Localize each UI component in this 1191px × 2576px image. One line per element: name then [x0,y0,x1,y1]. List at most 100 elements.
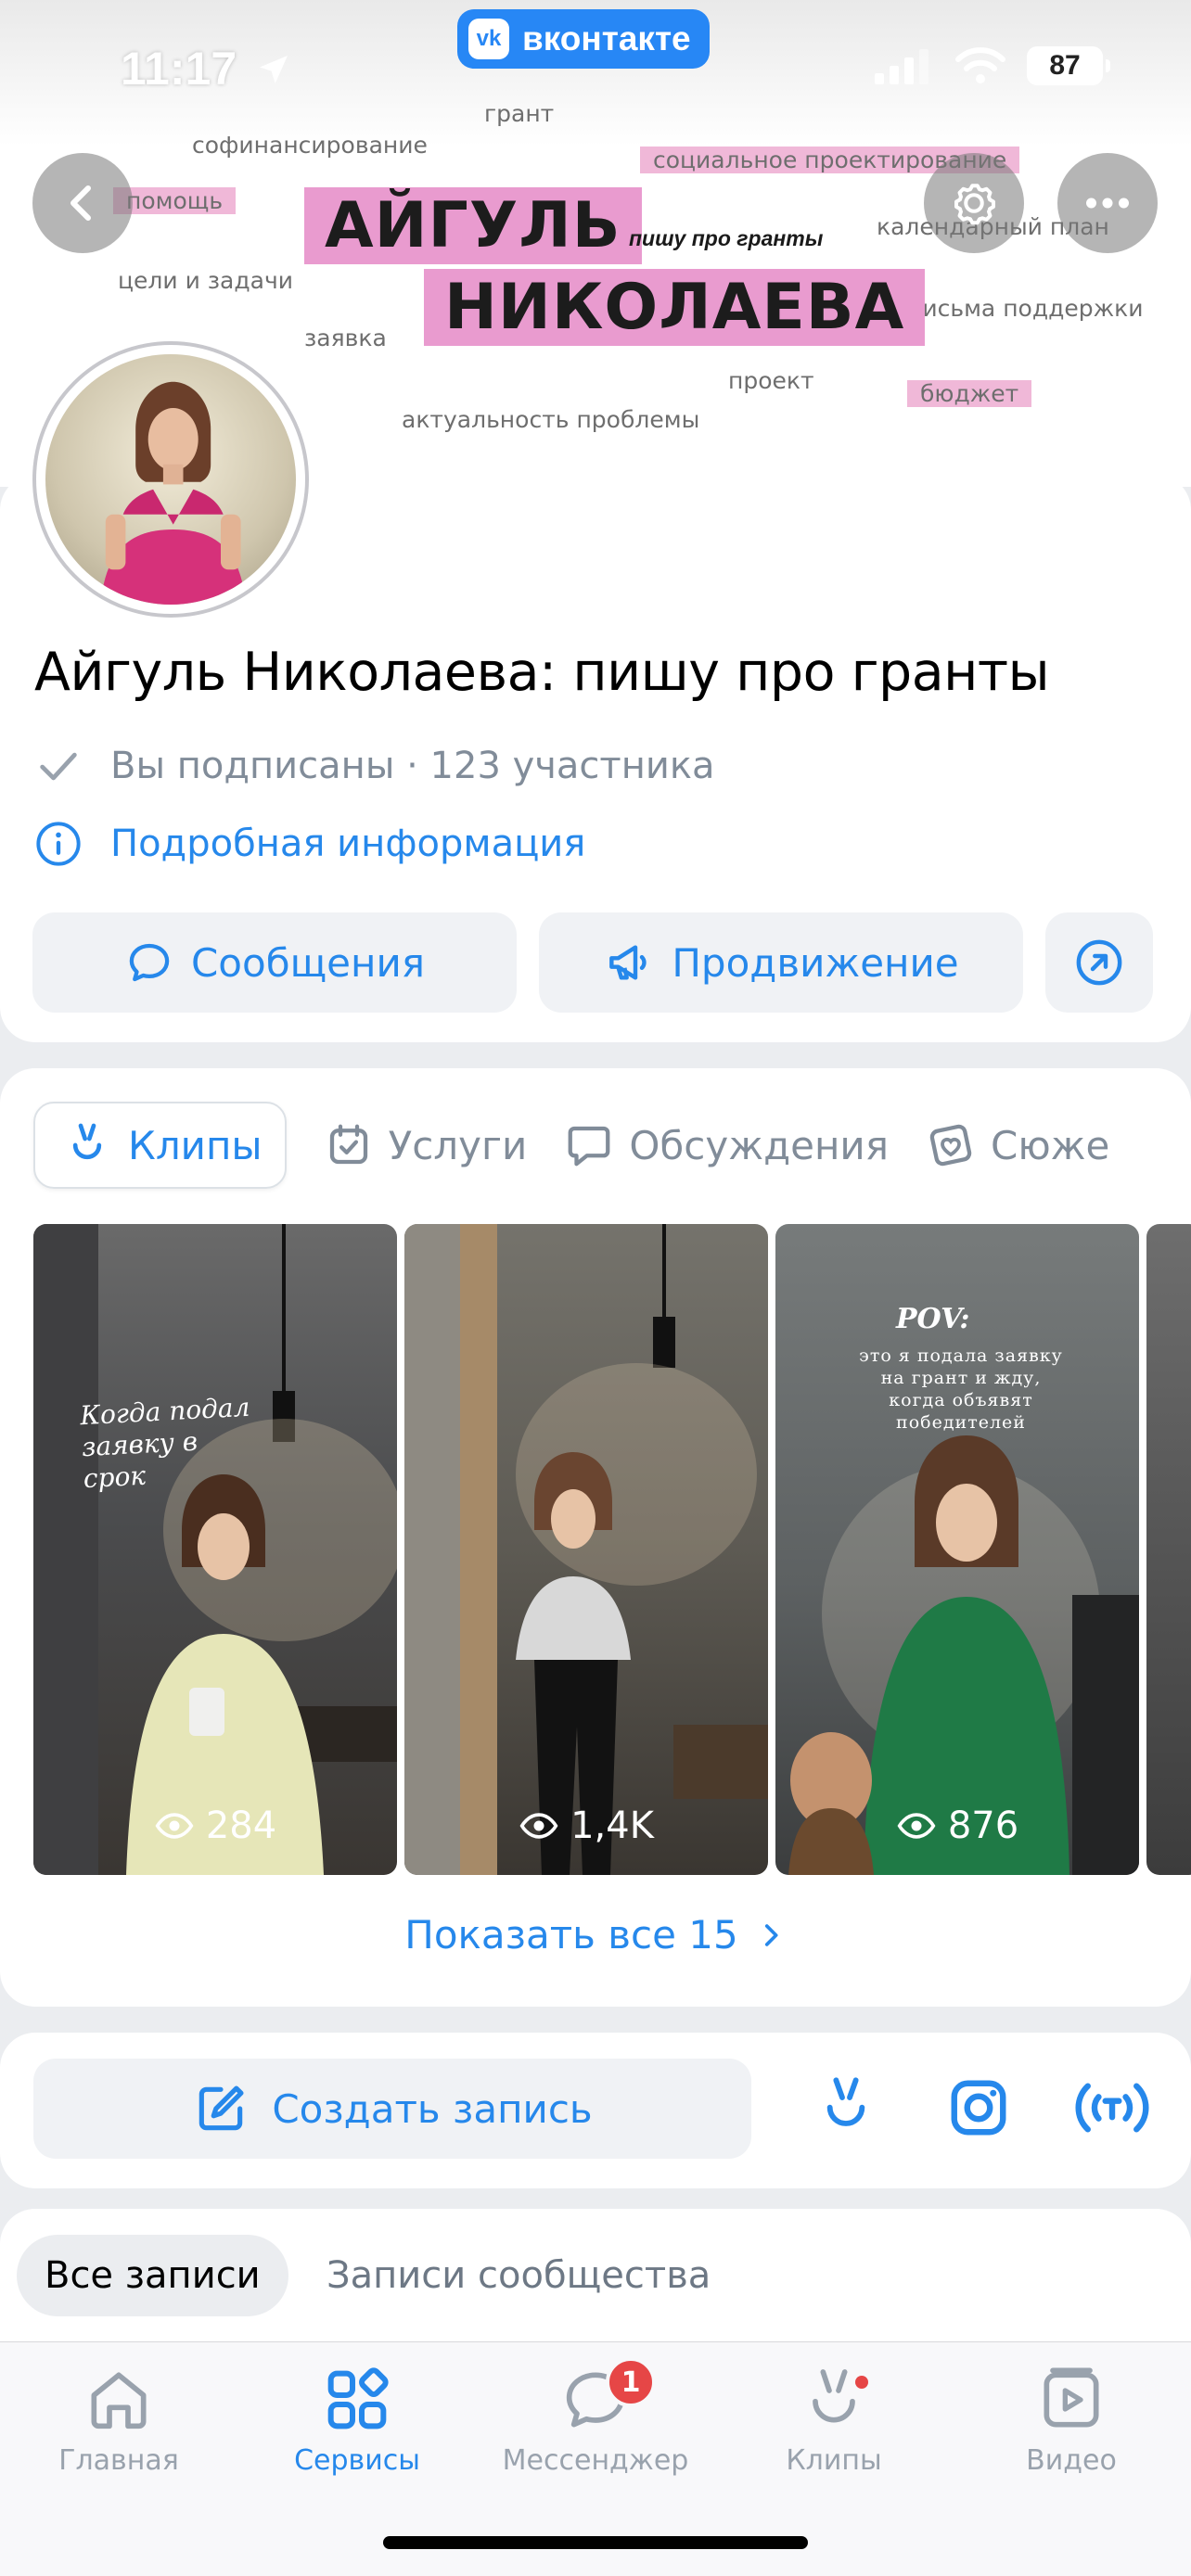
clips-notification-dot [855,2376,868,2389]
cover-name-line1: АЙГУЛЬ [304,187,642,264]
subscription-text: Вы подписаны · 123 участника [110,745,715,787]
instagram-icon[interactable] [946,2075,1011,2140]
battery-indicator: 87 [1027,46,1110,85]
details-link[interactable]: Подробная информация [34,820,585,868]
messages-button[interactable]: Сообщения [32,912,517,1013]
message-bubble-icon [129,943,170,982]
status-time: 11:17 [121,42,292,96]
tabbar-messenger[interactable]: 1 Мессенджер [498,2357,693,2477]
more-button[interactable] [1057,153,1158,253]
avatar[interactable] [32,341,309,618]
tabbar-home-label: Главная [58,2444,179,2477]
tab-stories[interactable]: Сюже [926,1102,1109,1189]
create-post-button[interactable]: Создать запись [33,2059,751,2159]
clip-thumbnail[interactable] [1146,1224,1191,1875]
services-grid-icon [327,2367,389,2429]
time-text: 11:17 [121,43,237,95]
show-all-label: Показать все 15 [404,1912,738,1958]
clip-views: 284 [33,1804,397,1847]
info-icon [36,822,81,866]
clip-caption-title: POV: [896,1303,970,1335]
wifi-icon [955,47,1005,83]
settings-button[interactable] [924,153,1024,253]
signal-icon [875,49,928,84]
tabbar-clips-label: Клипы [786,2444,882,2477]
cover-word: письма поддержки [907,295,1144,322]
community-title: Айгуль Николаева: пишу про гранты [34,642,1050,703]
location-arrow-icon [260,56,288,83]
tab-services-label: Услуги [388,1122,528,1168]
tab-stories-label: Сюже [991,1122,1110,1168]
chevron-right-icon [764,1923,778,1946]
eye-icon [897,1813,936,1839]
cover-name-line2: НИКОЛАЕВА [424,269,926,346]
clips-icon [72,1123,102,1160]
status-icons: 87 [875,46,1110,85]
clip-views: 1,4K [404,1804,768,1847]
checkmark-icon [40,752,77,781]
services-icon [329,1124,367,1165]
vk-app-label: вконтакте [522,19,691,57]
share-button[interactable] [1045,912,1153,1013]
gear-icon [954,184,995,225]
clips-icon [813,2369,855,2423]
more-dots-icon [1086,198,1129,209]
tab-clips-label: Клипы [128,1122,263,1168]
tabbar-services-label: Сервисы [294,2444,420,2477]
messenger-badge: 1 [606,2357,656,2407]
clip-views-count: 284 [205,1804,277,1847]
back-button[interactable] [32,153,133,253]
edit-icon [199,2085,244,2131]
tab-discussions[interactable]: Обсуждения [564,1102,889,1189]
show-all-clips-link[interactable]: Показать все 15 [0,1912,1191,1958]
live-broadcast-icon[interactable] [1074,2075,1150,2140]
tab-clips[interactable]: Клипы [33,1102,287,1189]
home-icon [91,2372,147,2429]
messages-label: Сообщения [190,939,426,986]
tab-services[interactable]: Услуги [324,1102,528,1189]
clip-views-count: 1,4K [570,1804,654,1847]
tabbar-services[interactable]: Сервисы [260,2363,455,2477]
tabbar-home[interactable]: Главная [21,2363,216,2477]
promotion-button[interactable]: Продвижение [539,912,1023,1013]
clip-scene-illustration [33,1224,397,1875]
create-post-label: Создать запись [272,2085,593,2132]
tabbar-clips[interactable]: Клипы [736,2363,931,2477]
avatar-person-illustration [100,381,247,605]
subscription-status[interactable]: Вы подписаны · 123 участника [34,742,715,790]
cover-word: актуальность проблемы [402,406,700,433]
share-arrow-icon [1076,939,1122,986]
vk-app-pill[interactable]: vk вконтакте [457,9,710,69]
video-icon [1044,2367,1099,2428]
promotion-label: Продвижение [672,939,959,986]
tab-community-posts[interactable]: Записи сообщества [327,2235,711,2316]
tabbar-video[interactable]: Видео [974,2363,1169,2477]
clip-thumbnail[interactable]: 1,4K [404,1224,768,1875]
clip-scene-illustration [404,1224,768,1875]
cover-tagline: пишу про гранты [629,226,824,250]
cover-word: бюджет [907,380,1032,407]
clip-views-count: 876 [947,1804,1019,1847]
stories-icon [929,1124,972,1167]
eye-icon [155,1813,194,1839]
clip-thumbnail[interactable]: Когда подал заявку в срок 284 [33,1224,397,1875]
clips-carousel: Когда подал заявку в срок 284 1,4K POV: … [33,1224,1191,1875]
clip-thumbnail[interactable]: POV: это я подала заявку на грант и жду,… [775,1224,1139,1875]
chevron-left-icon [70,185,91,221]
vk-logo-icon: vk [468,19,509,59]
tabbar-messenger-label: Мессенджер [502,2444,689,2477]
status-bar: 11:17 vk вконтакте 87 [0,0,1191,139]
clips-icon[interactable] [816,2075,876,2142]
home-indicator[interactable] [383,2536,808,2549]
details-link-label: Подробная информация [110,823,586,865]
content-tabs: Клипы Услуги Обсуждения Сюже [33,1102,1109,1189]
eye-icon [519,1813,558,1839]
tab-all-posts[interactable]: Все записи [17,2235,288,2316]
clips-card: Клипы Услуги Обсуждения Сюже Когда подал… [0,1068,1191,2007]
clip-caption: Когда подал заявку в срок [79,1391,251,1495]
megaphone-icon [609,945,647,980]
avatar-photo [45,354,296,605]
tabbar-video-label: Видео [1026,2444,1117,2477]
create-post-card: Создать запись [0,2033,1191,2188]
clip-views: 876 [775,1804,1139,1847]
